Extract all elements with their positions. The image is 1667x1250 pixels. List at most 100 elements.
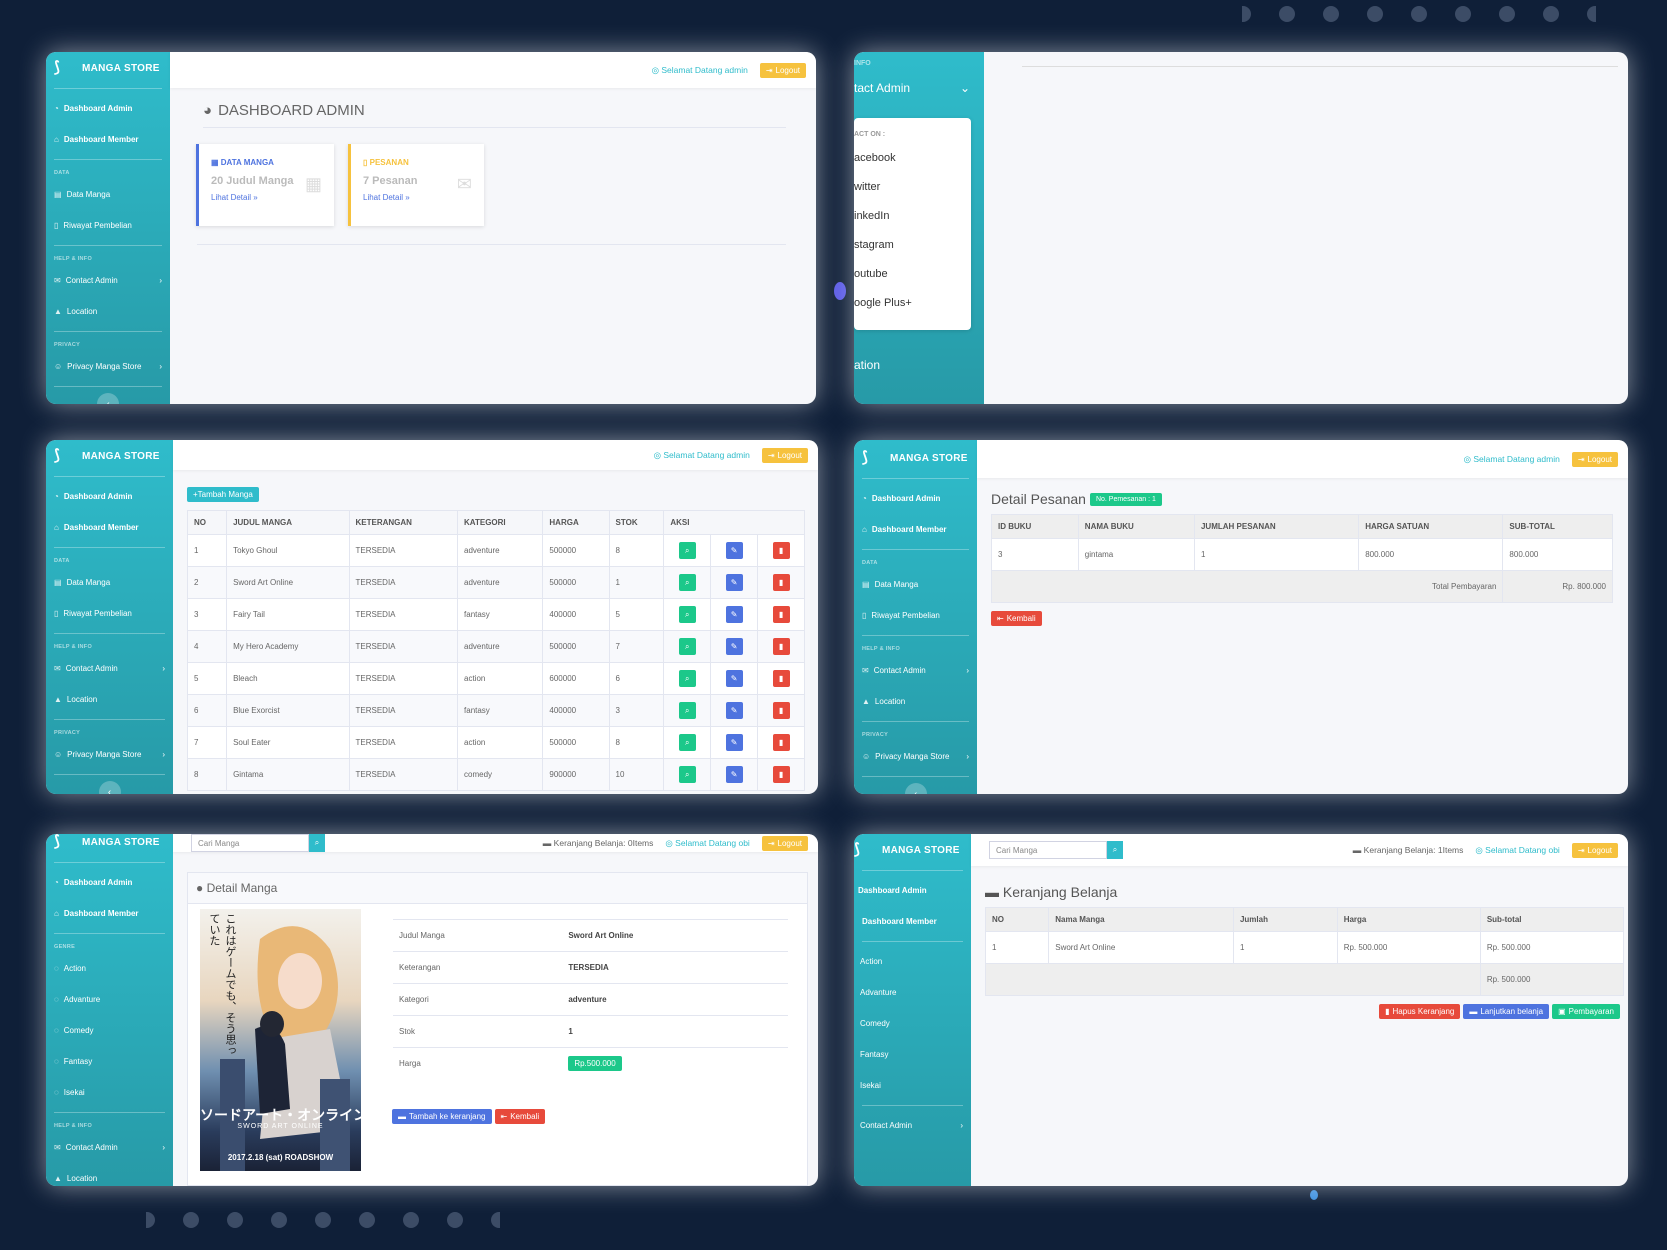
nav-privacy[interactable]: ☺ Privacy Manga Store › [46, 739, 173, 770]
cart-actions: ▮ Hapus Keranjang ▬ Lanjutkan belanja ▣ … [1379, 1004, 1620, 1019]
nav-fantasy[interactable]: ◌ Fantasy [46, 1046, 173, 1077]
search-button[interactable]: ⌕ [1107, 841, 1123, 859]
search-input[interactable]: Cari Manga [191, 834, 309, 852]
delete-button[interactable]: ▮ [772, 734, 790, 751]
view-button[interactable]: ⌕ [678, 766, 696, 783]
nav-contact-admin[interactable]: tact Admin ⌄ [854, 67, 984, 95]
logout-button[interactable]: ⇥ Logout [759, 62, 806, 78]
nav-adventure[interactable]: ◌ Advanture [46, 984, 173, 1015]
cart-link[interactable]: ▬ Keranjang Belanja: 1Items [1353, 845, 1464, 855]
dropdown-item-twitter[interactable]: witter [854, 173, 971, 202]
dropdown-item-instagram[interactable]: stagram [854, 231, 971, 260]
edit-button[interactable]: ✎ [725, 670, 743, 687]
sidebar-toggle-button[interactable]: ‹ [97, 393, 119, 404]
card-link[interactable]: Lihat Detail » [363, 193, 472, 202]
back-button[interactable]: ⇤ Kembali [494, 1109, 546, 1124]
nav-dashboard-admin[interactable]: ◔ Dashboard Admin [854, 483, 977, 514]
nav-isekai[interactable]: ◌ Isekai [46, 1077, 173, 1108]
edit-button[interactable]: ✎ [725, 766, 743, 783]
payment-button[interactable]: ▣ Pembayaran [1552, 1004, 1620, 1019]
nav-contact-admin[interactable]: ✉ Contact Admin › [46, 1132, 173, 1163]
nav-dashboard-member[interactable]: ⌂ Dashboard Member [46, 512, 173, 543]
sidebar-toggle-button[interactable]: ‹ [904, 783, 927, 794]
nav-location[interactable]: ▲ Location [46, 296, 170, 327]
nav-dashboard-member[interactable]: ⌂ Dashboard Member [854, 514, 977, 545]
edit-icon: ✎ [730, 706, 738, 715]
nav-fantasy[interactable]: Fantasy [854, 1039, 971, 1070]
dropdown-item-facebook[interactable]: acebook [854, 144, 971, 173]
view-button[interactable]: ⌕ [678, 702, 696, 719]
continue-shopping-button[interactable]: ▬ Lanjutkan belanja [1463, 1004, 1550, 1019]
nav-contact-admin[interactable]: ✉ Contact Admin › [46, 265, 170, 296]
logout-button[interactable]: ⇥ Logout [1571, 451, 1618, 467]
delete-button[interactable]: ▮ [772, 606, 790, 623]
delete-button[interactable]: ▮ [772, 670, 790, 687]
brand[interactable]: ⟆ MANGA STORE [854, 834, 971, 866]
nav-location[interactable]: ▲ Location [854, 686, 977, 717]
cart-link[interactable]: ▬ Keranjang Belanja: 0Items [543, 838, 654, 848]
view-button[interactable]: ⌕ [678, 638, 696, 655]
nav-data-manga[interactable]: ▤ Data Manga [854, 569, 977, 600]
nav-comedy[interactable]: Comedy [854, 1008, 971, 1039]
nav-comedy[interactable]: ◌ Comedy [46, 1015, 173, 1046]
view-button[interactable]: ⌕ [678, 606, 696, 623]
nav-riwayat[interactable]: ▯ Riwayat Pembelian [46, 598, 173, 629]
delete-button[interactable]: ▮ [772, 638, 790, 655]
nav-isekai[interactable]: Isekai [854, 1070, 971, 1101]
search-input[interactable]: Cari Manga [989, 841, 1107, 859]
nav-dashboard-admin[interactable]: ◔ Dashboard Admin [46, 481, 173, 512]
nav-data-manga[interactable]: ▤ Data Manga [46, 567, 173, 598]
brand[interactable]: ⟆ MANGA STORE [46, 52, 170, 84]
nav-dashboard-admin[interactable]: ◔ Dashboard Admin [46, 867, 173, 898]
nav-riwayat[interactable]: ▯ Riwayat Pembelian [46, 210, 170, 241]
logout-button[interactable]: ⇥ Logout [761, 447, 808, 463]
brand[interactable]: ⟆ MANGA STORE [46, 834, 173, 858]
view-button[interactable]: ⌕ [678, 670, 696, 687]
nav-dashboard-member[interactable]: Dashboard Member [854, 906, 971, 937]
view-button[interactable]: ⌕ [678, 734, 696, 751]
view-button[interactable]: ⌕ [678, 542, 696, 559]
edit-button[interactable]: ✎ [725, 606, 743, 623]
edit-button[interactable]: ✎ [725, 702, 743, 719]
nav-location[interactable]: ▲ Location [46, 684, 173, 715]
logout-button[interactable]: ⇥ Logout [1571, 842, 1618, 858]
view-button[interactable]: ⌕ [678, 574, 696, 591]
nav-contact-admin[interactable]: ✉ Contact Admin › [46, 653, 173, 684]
nav-action[interactable]: ◌ Action [46, 953, 173, 984]
add-manga-button[interactable]: +Tambah Manga [187, 484, 259, 502]
nav-privacy[interactable]: ☺ Privacy Manga Store › [854, 741, 977, 772]
back-button[interactable]: ⇤ Kembali [991, 608, 1042, 626]
search-button[interactable]: ⌕ [309, 834, 325, 852]
nav-action[interactable]: Action [854, 946, 971, 977]
brand[interactable]: ⟆ MANGA STORE [854, 440, 977, 474]
nav-dashboard-admin[interactable]: ◔ Dashboard Admin [46, 93, 170, 124]
nav-location[interactable]: ▲ Location [46, 1163, 173, 1186]
add-to-cart-button[interactable]: ▬ Tambah ke keranjang [392, 1109, 492, 1124]
edit-button[interactable]: ✎ [725, 574, 743, 591]
brand[interactable]: ⟆ MANGA STORE [46, 440, 173, 472]
dropdown-item-youtube[interactable]: outube [854, 260, 971, 289]
dropdown-item-google-plus[interactable]: oogle Plus+ [854, 289, 971, 318]
logout-button[interactable]: ⇥ Logout [761, 835, 808, 851]
nav-adventure[interactable]: Advanture [854, 977, 971, 1008]
nav-privacy[interactable]: ☺ Privacy Manga Store › [46, 351, 170, 382]
nav-dashboard-admin[interactable]: Dashboard Admin [854, 875, 971, 906]
nav-dashboard-member[interactable]: ⌂ Dashboard Member [46, 124, 170, 155]
delete-button[interactable]: ▮ [772, 574, 790, 591]
nav-contact-admin[interactable]: ✉ Contact Admin › [854, 655, 977, 686]
nav-location[interactable]: ation [854, 358, 880, 372]
nav-riwayat[interactable]: ▯ Riwayat Pembelian [854, 600, 977, 631]
delete-button[interactable]: ▮ [772, 702, 790, 719]
nav-contact-admin[interactable]: Contact Admin › [854, 1110, 971, 1141]
edit-button[interactable]: ✎ [725, 734, 743, 751]
dropdown-item-linkedin[interactable]: inkedIn [854, 202, 971, 231]
nav-data-manga[interactable]: ▤ Data Manga [46, 179, 170, 210]
edit-button[interactable]: ✎ [725, 542, 743, 559]
nav-dashboard-member[interactable]: ⌂ Dashboard Member [46, 898, 173, 929]
clear-cart-button[interactable]: ▮ Hapus Keranjang [1379, 1004, 1461, 1019]
edit-button[interactable]: ✎ [725, 638, 743, 655]
sidebar-toggle-button[interactable]: ‹ [98, 781, 121, 794]
cell: Gintama [226, 758, 350, 791]
delete-button[interactable]: ▮ [772, 766, 790, 783]
delete-button[interactable]: ▮ [772, 542, 790, 559]
